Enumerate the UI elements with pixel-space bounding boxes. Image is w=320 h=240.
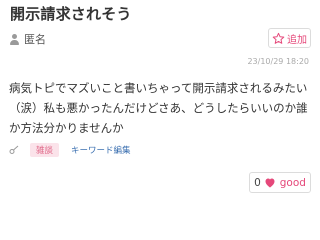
edit-keywords-link[interactable]: キーワード編集 — [71, 144, 131, 156]
good-button[interactable]: 0 good — [249, 172, 311, 193]
author-name: 匿名 — [24, 33, 46, 46]
good-label: good — [279, 176, 306, 189]
add-favorite-button[interactable]: 追加 — [268, 28, 311, 48]
star-icon — [272, 32, 285, 44]
tag-row: 雑談 キーワード編集 — [9, 143, 131, 157]
category-tag[interactable]: 雑談 — [30, 143, 60, 157]
user-icon — [9, 33, 20, 45]
add-favorite-label: 追加 — [287, 34, 307, 46]
tag-icon — [9, 145, 19, 154]
post-body: 病気トピでマズいこと書いちゃって開示請求されるみたい（涙）私も悪かったんだけどさ… — [9, 81, 308, 135]
post-timestamp: 23/10/29 18:20 — [247, 57, 309, 66]
good-count: 0 — [254, 176, 261, 189]
author-row: 匿名 — [9, 31, 46, 47]
heart-icon — [265, 178, 275, 188]
post-title: 開示請求されそう — [10, 5, 132, 23]
